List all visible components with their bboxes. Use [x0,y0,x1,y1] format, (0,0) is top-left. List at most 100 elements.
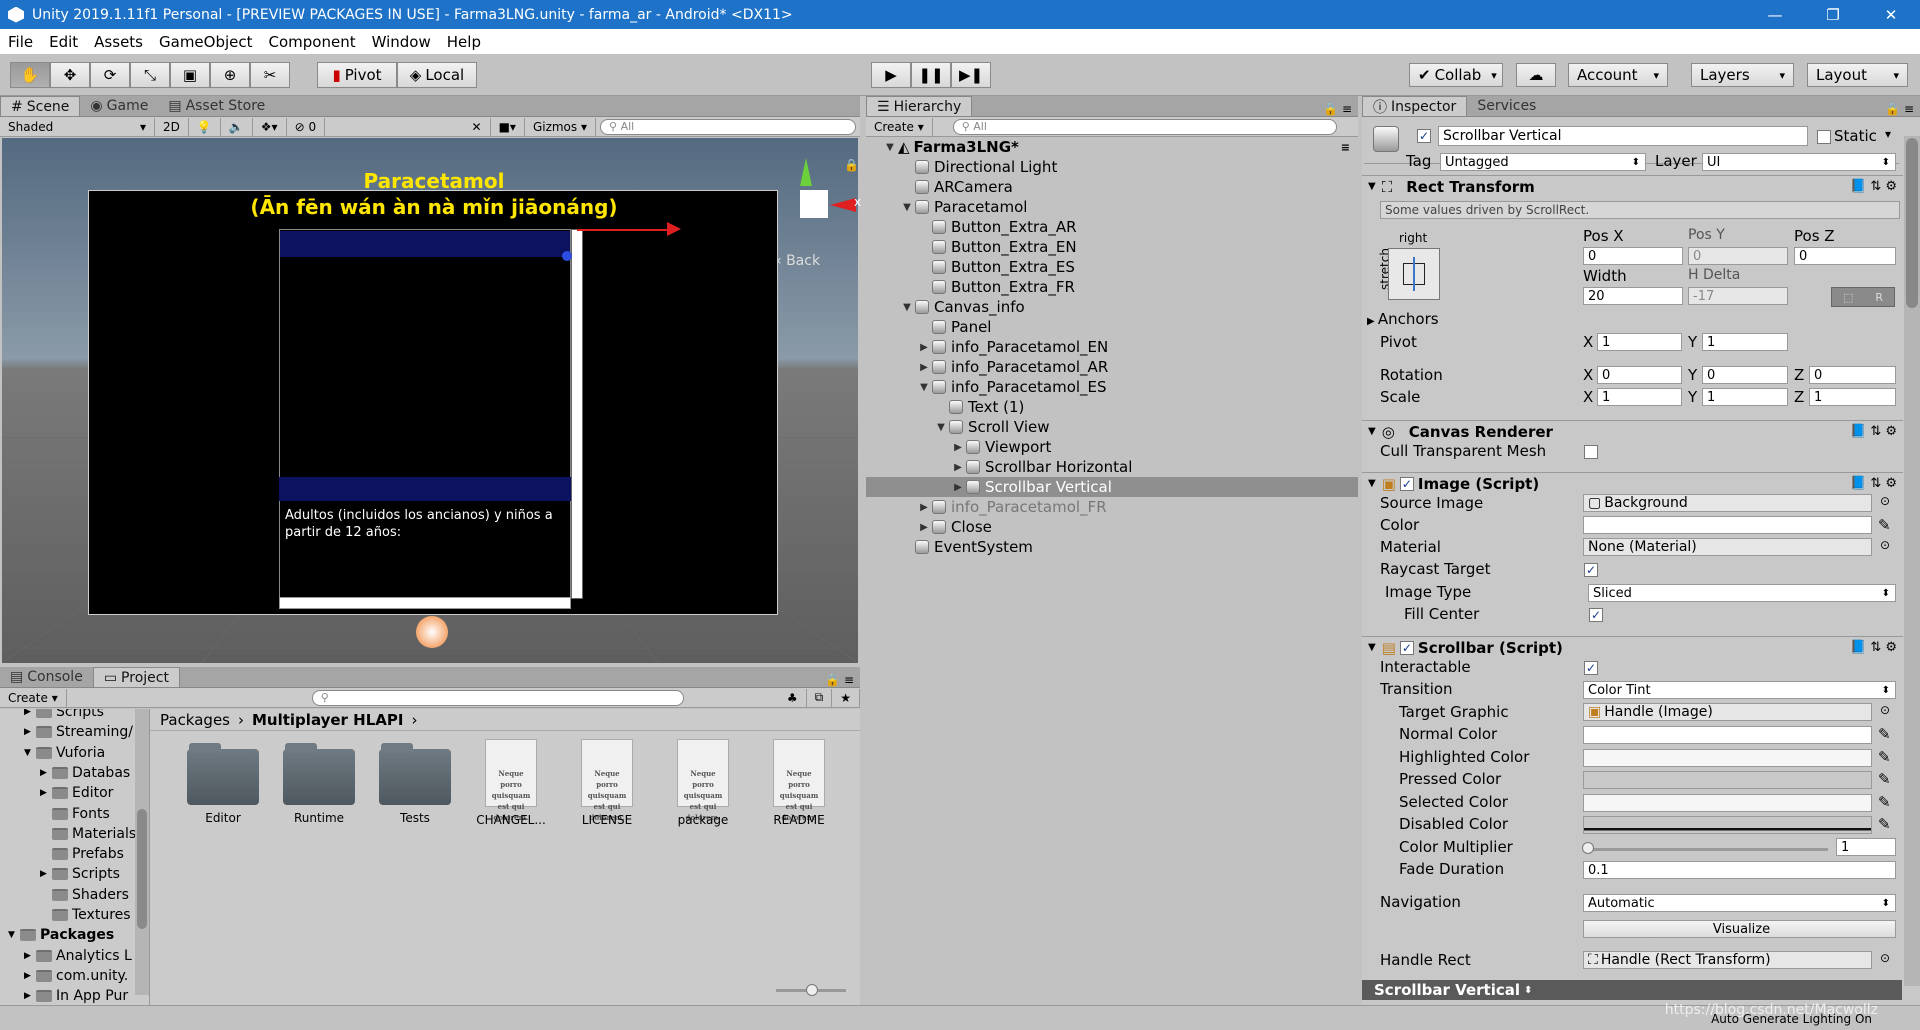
target-graphic-field[interactable]: ▣ Handle (Image) [1583,703,1872,721]
foldout-arrow-icon[interactable]: ▼ [899,302,915,313]
effects-icon[interactable]: ❖▾ [253,117,287,136]
foldout-arrow-icon[interactable]: ▶ [916,502,932,513]
hierarchy-item[interactable]: Button_Extra_EN [866,237,1358,257]
project-folder[interactable]: ▶ com.unity. [24,966,128,986]
rot-x-field[interactable]: 0 [1597,366,1682,384]
color-multiplier-slider-handle[interactable] [1582,842,1594,854]
foldout-arrow-icon[interactable]: ▼ [899,202,915,213]
source-image-field[interactable]: ▢ Background [1583,494,1872,512]
scrollbar-horizontal[interactable] [279,597,571,609]
layers-dropdown[interactable]: Layers [1691,63,1794,87]
project-folder-item[interactable]: Runtime [274,743,364,825]
normal-color-field[interactable] [1583,726,1872,744]
eyedropper-icon[interactable]: ✎ [1878,725,1891,743]
eyedropper-icon[interactable]: ✎ [1878,748,1891,766]
hierarchy-create-button[interactable]: Create ▾ [866,117,933,136]
hierarchy-item[interactable]: ▼ info_Paracetamol_ES [866,377,1358,397]
transition-dropdown[interactable]: Color Tint [1583,681,1896,699]
object-picker-icon[interactable]: ⊙ [1880,494,1890,508]
scale-y-field[interactable]: 1 [1702,388,1788,406]
menu-component[interactable]: Component [261,33,364,51]
inspector-scrollbar[interactable] [1904,136,1920,986]
foldout-arrow-icon[interactable]: ▼ [916,382,932,393]
favorite-icon[interactable]: ★ [832,688,860,707]
menu-window[interactable]: Window [364,33,439,51]
project-folder[interactable]: ▶ Analytics L [24,946,132,966]
hierarchy-item[interactable]: ▶ info_Paracetamol_FR [866,497,1358,517]
project-folder-item[interactable]: Tests [370,743,460,825]
selected-color-field[interactable] [1583,794,1872,812]
project-file-item[interactable]: Neque porro quisquam est qui dolorem. LIC… [562,739,652,827]
foldout-arrow-icon[interactable]: ▶ [40,869,52,879]
visualize-button[interactable]: Visualize [1583,920,1896,938]
scale-x-field[interactable]: 1 [1597,388,1682,406]
lighting-icon[interactable]: 💡 [189,117,221,136]
play-button[interactable]: ▶ [871,62,911,88]
foldout-arrow-icon[interactable]: ▶ [916,362,932,373]
close-icon[interactable]: ✕ [1862,0,1920,29]
project-folder[interactable]: ▶ Scripts [40,864,120,884]
pivot-y-field[interactable]: 1 [1702,333,1788,351]
layer-dropdown[interactable]: UI [1702,153,1896,171]
blueprint-raw-toggle[interactable]: ⬚ R [1831,287,1895,307]
breadcrumb-leaf[interactable]: Multiplayer HLAPI [252,711,403,729]
tab-services[interactable]: Services [1467,96,1546,116]
hierarchy-item[interactable]: ▼ Canvas_info [866,297,1358,317]
project-folder[interactable]: ▶ Databas [40,763,130,783]
rot-z-field[interactable]: 0 [1809,366,1896,384]
scene-search-input[interactable]: ⚲ All [600,118,856,135]
hierarchy-scene-row[interactable]: ▼ ◭ Farma3LNG* ≡ [866,137,1358,157]
scrollbar-vertical[interactable] [571,229,583,599]
rect-tool-icon[interactable]: ▣ [170,62,210,88]
anchor-preset-button[interactable] [1388,248,1440,300]
component-settings-icon[interactable]: 📘 ⇅ ⚙ [1850,640,1903,655]
foldout-arrow-icon[interactable]: ▶ [916,342,932,353]
menu-gameobject[interactable]: GameObject [151,33,261,51]
scrollbar-header[interactable]: ▼ ▤ ✓ Scrollbar (Script) 📘 ⇅ ⚙ [1362,636,1903,658]
posx-field[interactable]: 0 [1583,247,1683,265]
foldout-arrow-icon[interactable]: ▼ [24,748,36,758]
interactable-checkbox[interactable]: ✓ [1584,661,1598,675]
fill-center-checkbox[interactable]: ✓ [1589,608,1603,622]
component-settings-icon[interactable]: 📘 ⇅ ⚙ [1850,476,1903,491]
disabled-color-field[interactable] [1583,816,1872,834]
rot-y-field[interactable]: 0 [1702,366,1788,384]
project-folder[interactable]: Textures [40,905,131,925]
account-dropdown[interactable]: Account [1568,63,1668,87]
foldout-arrow-icon[interactable]: ▶ [24,709,36,717]
gizmo-y-cone[interactable] [800,158,812,186]
hierarchy-item[interactable]: Button_Extra_ES [866,257,1358,277]
rotate-tool-icon[interactable]: ⟳ [90,62,130,88]
hierarchy-item[interactable]: ARCamera [866,177,1358,197]
hierarchy-item[interactable]: EventSystem [866,537,1358,557]
hierarchy-item[interactable]: Text (1) [866,397,1358,417]
tab-scene[interactable]: # Scene [0,96,81,116]
color-multiplier-field[interactable]: 1 [1836,838,1896,856]
hierarchy-item[interactable]: Directional Light [866,157,1358,177]
tab-hierarchy[interactable]: ☰ Hierarchy [866,96,973,116]
foldout-arrow-icon[interactable]: ▶ [40,768,52,778]
hierarchy-item[interactable]: ▼ Scroll View [866,417,1358,437]
orientation-gizmo[interactable] [800,190,828,218]
project-file-item[interactable]: Neque porro quisquam est qui dolorem. pac… [658,739,748,827]
transform-tool-icon[interactable]: ⊕ [210,62,250,88]
custom-tool-icon[interactable]: ✂ [250,62,290,88]
2d-toggle[interactable]: 2D [155,117,189,136]
hierarchy-item[interactable]: ▼ Paracetamol [866,197,1358,217]
project-folder[interactable]: Fonts [40,804,110,824]
layout-dropdown[interactable]: Layout [1807,63,1908,87]
project-folder[interactable]: Materials [40,824,136,844]
menu-help[interactable]: Help [439,33,489,51]
project-search-input[interactable]: ⚲ [311,689,684,706]
gizmos-dropdown[interactable]: Gizmos ▾ [525,117,596,136]
project-folder[interactable]: ▶ Streaming/ [24,722,133,742]
tab-inspector[interactable]: ⓘ Inspector [1362,96,1468,116]
image-header[interactable]: ▼ ▣ ✓ Image (Script) 📘 ⇅ ⚙ [1362,472,1903,494]
raycast-checkbox[interactable]: ✓ [1584,563,1598,577]
foldout-arrow-icon[interactable]: ▼ [933,422,949,433]
hand-tool-icon[interactable]: ✋ [10,62,50,88]
object-picker-icon[interactable]: ⊙ [1880,538,1890,552]
hidden-objects-toggle[interactable]: ⊘ 0 [287,117,326,136]
tab-asset-store[interactable]: ▤ Asset Store [158,96,275,116]
canvas-renderer-header[interactable]: ▼ ◎ Canvas Renderer 📘 ⇅ ⚙ [1362,420,1903,442]
